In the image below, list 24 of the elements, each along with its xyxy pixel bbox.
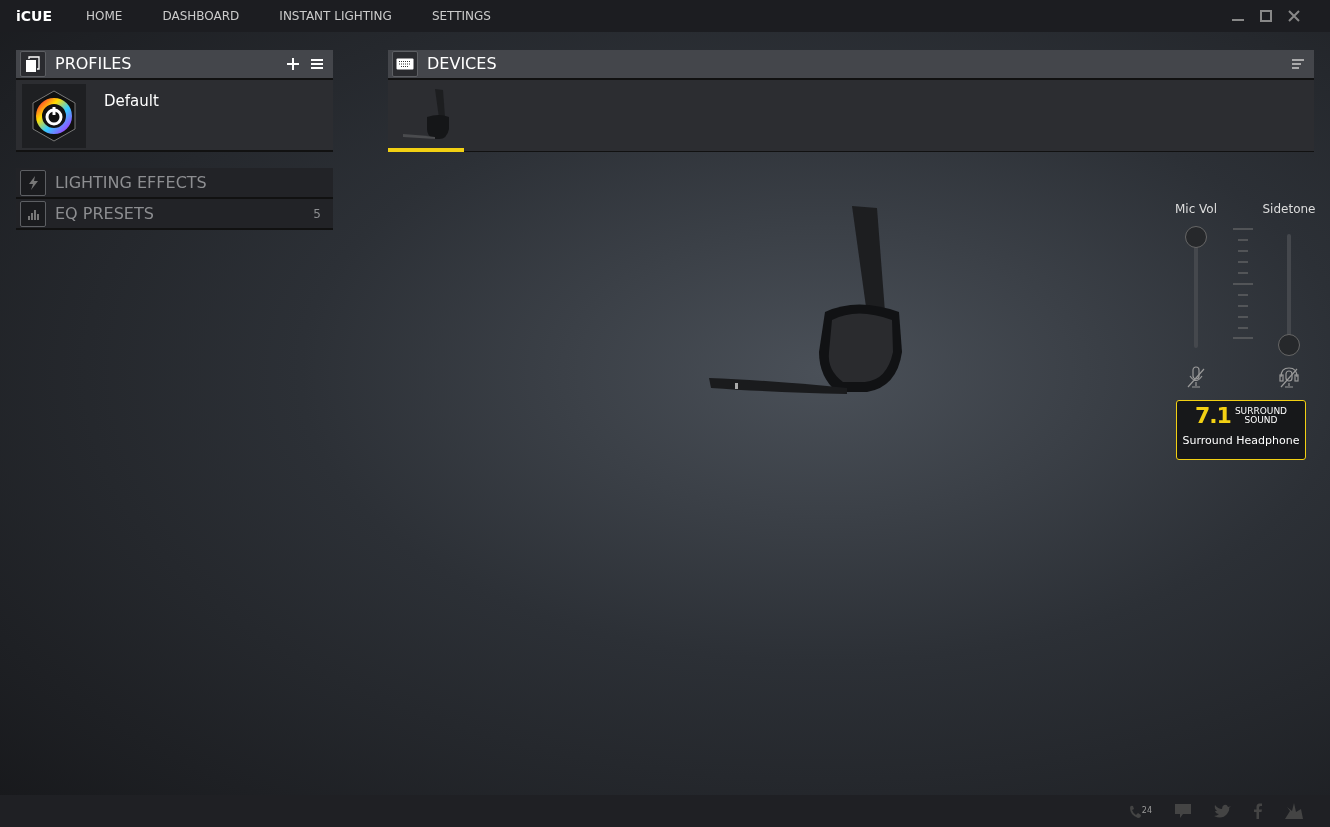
profile-logo-icon [31,90,77,142]
nav-link[interactable]: INSTANT LIGHTING [259,7,412,25]
headset-thumbnail [403,89,449,139]
mic-muted-icon[interactable] [1187,365,1205,388]
nav-link[interactable]: HOME [66,7,143,25]
close-icon[interactable] [1287,9,1301,23]
app-logo: iCUE [15,6,53,26]
section-row[interactable]: LIGHTING EFFECTS [16,168,333,199]
headset-muted-icon[interactable] [1279,365,1299,388]
nav-link[interactable]: SETTINGS [411,7,511,25]
profile-item[interactable]: Default [16,80,333,152]
section-count: 5 [313,205,321,223]
profile-name: Default [104,91,159,112]
nav-link[interactable]: DASHBOARD [142,7,260,25]
profiles-icon [20,51,46,77]
maximize-icon[interactable] [1259,9,1273,23]
keyboard-icon [392,51,418,77]
slider-label: Mic Vol [1174,201,1218,218]
profiles-title: PROFILES [55,53,132,75]
section-row[interactable]: EQ PRESETS 5 [16,199,333,230]
devices-title: DEVICES [427,53,497,75]
section-label: EQ PRESETS [55,202,154,225]
section-label: LIGHTING EFFECTS [55,171,207,194]
slider-label: Sidetone [1262,201,1316,218]
